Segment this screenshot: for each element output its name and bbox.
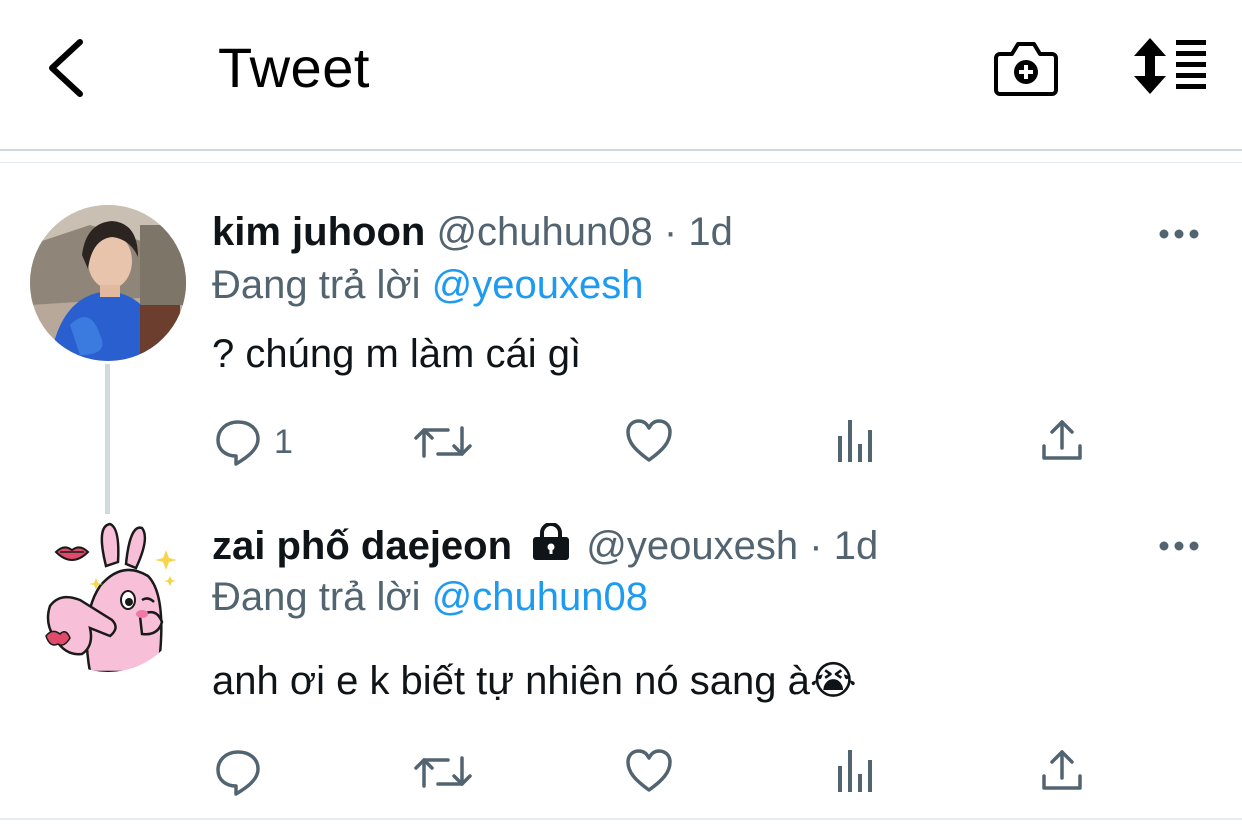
heart-icon: [626, 749, 672, 792]
retweet-icon: [414, 426, 472, 458]
analytics-bars-icon: [838, 420, 872, 462]
camera-plus-icon: [994, 42, 1058, 96]
share-button[interactable]: [1040, 748, 1086, 798]
reply-button[interactable]: 1: [214, 418, 314, 468]
replying-to-label: Đang trả lời: [212, 263, 421, 307]
tweet-text: ? chúng m làm cái gì: [212, 332, 582, 376]
timestamp[interactable]: 1d: [834, 524, 879, 568]
avatar[interactable]: [30, 205, 186, 361]
more-dots-icon: [1159, 541, 1199, 551]
retweet-button[interactable]: [414, 750, 474, 800]
sort-toggle-button[interactable]: [1130, 36, 1212, 96]
bunny-sticker-image: [30, 516, 186, 672]
heart-icon: [626, 419, 672, 462]
separator-dot: ·: [809, 524, 823, 568]
more-options-button[interactable]: [1158, 224, 1200, 244]
sort-list-icon: [1134, 38, 1206, 94]
reply-bubble-icon: [216, 420, 260, 466]
page-title: Tweet: [218, 36, 370, 99]
header-divider-secondary: [0, 162, 1242, 163]
replying-to-label: Đang trả lời: [212, 575, 421, 619]
lock-icon: [531, 522, 571, 572]
timestamp[interactable]: 1d: [688, 210, 733, 254]
back-button[interactable]: [40, 36, 96, 100]
thread-connector-line: [105, 364, 110, 514]
retweet-button[interactable]: [414, 420, 474, 470]
tweet-text: anh ơi e k biết tự nhiên nó sang à😭: [212, 659, 857, 703]
share-button[interactable]: [1040, 418, 1086, 468]
user-handle[interactable]: @chuhun08: [436, 210, 652, 254]
user-photo-image: [30, 205, 186, 361]
replying-to-line: Đang trả lời @yeouxesh: [212, 261, 644, 309]
header-divider: [0, 149, 1242, 151]
reply-bubble-icon: [216, 750, 260, 796]
display-name[interactable]: zai phố daejeon: [212, 524, 512, 568]
share-upload-icon: [1042, 420, 1082, 460]
top-bar: Tweet: [0, 0, 1242, 150]
tweet-header: kim juhoon @chuhun08 · 1d: [212, 208, 733, 256]
analytics-button[interactable]: [834, 418, 880, 468]
user-handle[interactable]: @yeouxesh: [586, 524, 798, 568]
camera-button[interactable]: [994, 36, 1058, 98]
like-button[interactable]: [625, 418, 675, 468]
more-options-button[interactable]: [1158, 536, 1200, 556]
reply-button[interactable]: [214, 748, 274, 798]
back-arrow-icon: [49, 39, 83, 97]
reply-count: 1: [274, 423, 293, 461]
replying-to-mention[interactable]: @chuhun08: [432, 575, 648, 619]
analytics-bars-icon: [838, 750, 872, 792]
avatar[interactable]: [30, 516, 186, 672]
retweet-icon: [414, 756, 472, 788]
analytics-button[interactable]: [834, 748, 880, 798]
tweet-header: zai phố daejeon @yeouxesh · 1d: [212, 522, 878, 570]
replying-to-mention[interactable]: @yeouxesh: [432, 263, 644, 307]
separator-dot: ·: [663, 210, 678, 254]
like-button[interactable]: [625, 748, 675, 798]
display-name[interactable]: kim juhoon: [212, 210, 425, 254]
tweet-divider: [0, 818, 1242, 820]
replying-to-line: Đang trả lời @chuhun08: [212, 573, 648, 621]
share-upload-icon: [1042, 750, 1082, 790]
more-dots-icon: [1159, 229, 1199, 239]
